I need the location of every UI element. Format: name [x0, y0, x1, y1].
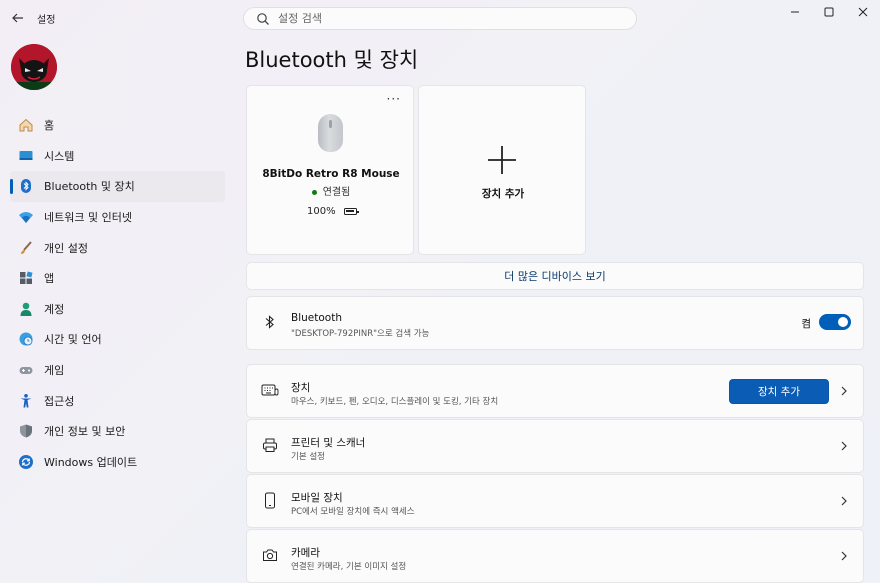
battery-level: 100% [307, 206, 336, 217]
device-status-text: 연결됨 [322, 187, 351, 198]
globe-clock-icon [18, 331, 34, 347]
avatar[interactable] [11, 44, 57, 90]
sidebar-item-label: 접근성 [44, 394, 75, 408]
avatar-image [11, 44, 57, 90]
minimize-icon [791, 11, 799, 13]
sidebar-item-label: 개인 정보 및 보안 [44, 425, 126, 439]
battery-icon [343, 208, 359, 215]
more-devices-label: 더 많은 디바이스 보기 [504, 270, 606, 283]
printer-icon [261, 436, 279, 454]
camera-title: 카메라 [291, 547, 320, 559]
bluetooth-toggle[interactable] [819, 314, 851, 330]
accessibility-icon [18, 393, 34, 409]
app-title: 설정 [37, 15, 56, 26]
add-device-label: 장치 추가 [481, 188, 525, 200]
network-icon [18, 209, 34, 225]
phone-icon [261, 491, 279, 509]
back-arrow-icon [12, 13, 23, 23]
devices-title: 장치 [291, 382, 311, 394]
minimize-button[interactable] [778, 0, 812, 24]
sidebar-nav: 홈 시스템 Bluetooth 및 장치 네트워크 및 인터넷 개인 설정 앱 [10, 110, 225, 477]
chevron-right-icon [841, 496, 847, 506]
close-icon [858, 7, 868, 17]
sidebar-item-windows-update[interactable]: Windows 업데이트 [10, 447, 225, 478]
sidebar-item-gaming[interactable]: 게임 [10, 355, 225, 386]
printers-subtitle: 기본 설정 [291, 452, 325, 462]
update-icon [18, 454, 34, 470]
sidebar-item-personalization[interactable]: 개인 설정 [10, 232, 225, 263]
sidebar-item-label: 홈 [44, 119, 55, 133]
apps-icon [18, 270, 34, 286]
maximize-icon [824, 7, 834, 17]
sidebar-item-system[interactable]: 시스템 [10, 141, 225, 172]
bluetooth-title: Bluetooth [291, 312, 342, 324]
sidebar-item-privacy[interactable]: 개인 정보 및 보안 [10, 416, 225, 447]
battery-info: 100% [307, 206, 359, 217]
device-status: 연결됨 [247, 183, 415, 198]
device-name: 8BitDo Retro R8 Mouse [262, 168, 400, 180]
device-card[interactable]: ··· 8BitDo Retro R8 Mouse 연결됨 100% [246, 85, 414, 255]
sidebar-item-label: Bluetooth 및 장치 [44, 180, 135, 194]
page-title: Bluetooth 및 장치 [245, 48, 419, 72]
bluetooth-subtitle: "DESKTOP-792PINR"으로 검색 가능 [291, 329, 430, 339]
camera-row[interactable]: 카메라 연결된 카메라, 기본 이미지 설정 [246, 529, 864, 583]
chevron-right-icon [841, 441, 847, 451]
sidebar-item-label: 네트워크 및 인터넷 [44, 211, 132, 225]
home-icon [18, 117, 34, 133]
mobile-title: 모바일 장치 [291, 492, 343, 504]
sidebar-item-network[interactable]: 네트워크 및 인터넷 [10, 202, 225, 233]
title-bar: 설정 [0, 0, 880, 34]
bluetooth-icon [18, 178, 34, 194]
maximize-button[interactable] [812, 0, 846, 24]
camera-subtitle: 연결된 카메라, 기본 이미지 설정 [291, 562, 407, 572]
account-icon [18, 301, 34, 317]
keyboard-mouse-icon [261, 381, 279, 399]
sidebar-item-label: 앱 [44, 272, 55, 286]
bluetooth-row: Bluetooth "DESKTOP-792PINR"으로 검색 가능 켬 [246, 296, 864, 350]
sidebar-item-accounts[interactable]: 계정 [10, 294, 225, 325]
devices-subtitle: 마우스, 키보드, 펜, 오디오, 디스플레이 및 도킹, 기타 장치 [291, 397, 499, 407]
add-device-button[interactable]: 장치 추가 [729, 379, 829, 404]
chevron-right-icon [841, 551, 847, 561]
system-icon [18, 148, 34, 164]
search-input[interactable] [278, 12, 608, 25]
gamepad-icon [18, 362, 34, 378]
chevron-right-icon [841, 386, 847, 396]
plus-icon [488, 146, 516, 174]
sidebar-item-label: 게임 [44, 364, 65, 378]
shield-icon [18, 423, 34, 439]
camera-icon [261, 546, 279, 564]
sidebar-item-accessibility[interactable]: 접근성 [10, 385, 225, 416]
close-button[interactable] [846, 0, 880, 24]
sidebar-item-time-language[interactable]: 시간 및 언어 [10, 324, 225, 355]
connected-dot-icon [311, 189, 317, 195]
toggle-state-label: 켬 [801, 318, 811, 330]
sidebar-item-label: 시간 및 언어 [44, 333, 102, 347]
search-box[interactable] [243, 7, 637, 30]
sidebar-item-label: 개인 설정 [44, 241, 88, 255]
devices-row[interactable]: 장치 마우스, 키보드, 펜, 오디오, 디스플레이 및 도킹, 기타 장치 장… [246, 364, 864, 418]
bluetooth-symbol-icon [261, 313, 279, 331]
mouse-icon [318, 114, 343, 152]
sidebar-item-apps[interactable]: 앱 [10, 263, 225, 294]
mobile-subtitle: PC에서 모바일 장치에 즉시 액세스 [291, 507, 415, 517]
printers-row[interactable]: 프린터 및 스캐너 기본 설정 [246, 419, 864, 473]
sidebar-item-home[interactable]: 홈 [10, 110, 225, 141]
back-button[interactable] [8, 8, 28, 28]
printers-title: 프린터 및 스캐너 [291, 437, 366, 449]
sidebar-item-label: 계정 [44, 302, 65, 316]
sidebar-item-label: 시스템 [44, 149, 75, 163]
sidebar-item-bluetooth[interactable]: Bluetooth 및 장치 [10, 171, 225, 202]
add-device-card[interactable]: 장치 추가 [418, 85, 586, 255]
more-options-button[interactable]: ··· [387, 92, 401, 106]
more-devices-link[interactable]: 더 많은 디바이스 보기 [246, 262, 864, 290]
mobile-devices-row[interactable]: 모바일 장치 PC에서 모바일 장치에 즉시 액세스 [246, 474, 864, 528]
sidebar-item-label: Windows 업데이트 [44, 455, 138, 469]
search-icon [257, 12, 269, 25]
brush-icon [18, 240, 34, 256]
